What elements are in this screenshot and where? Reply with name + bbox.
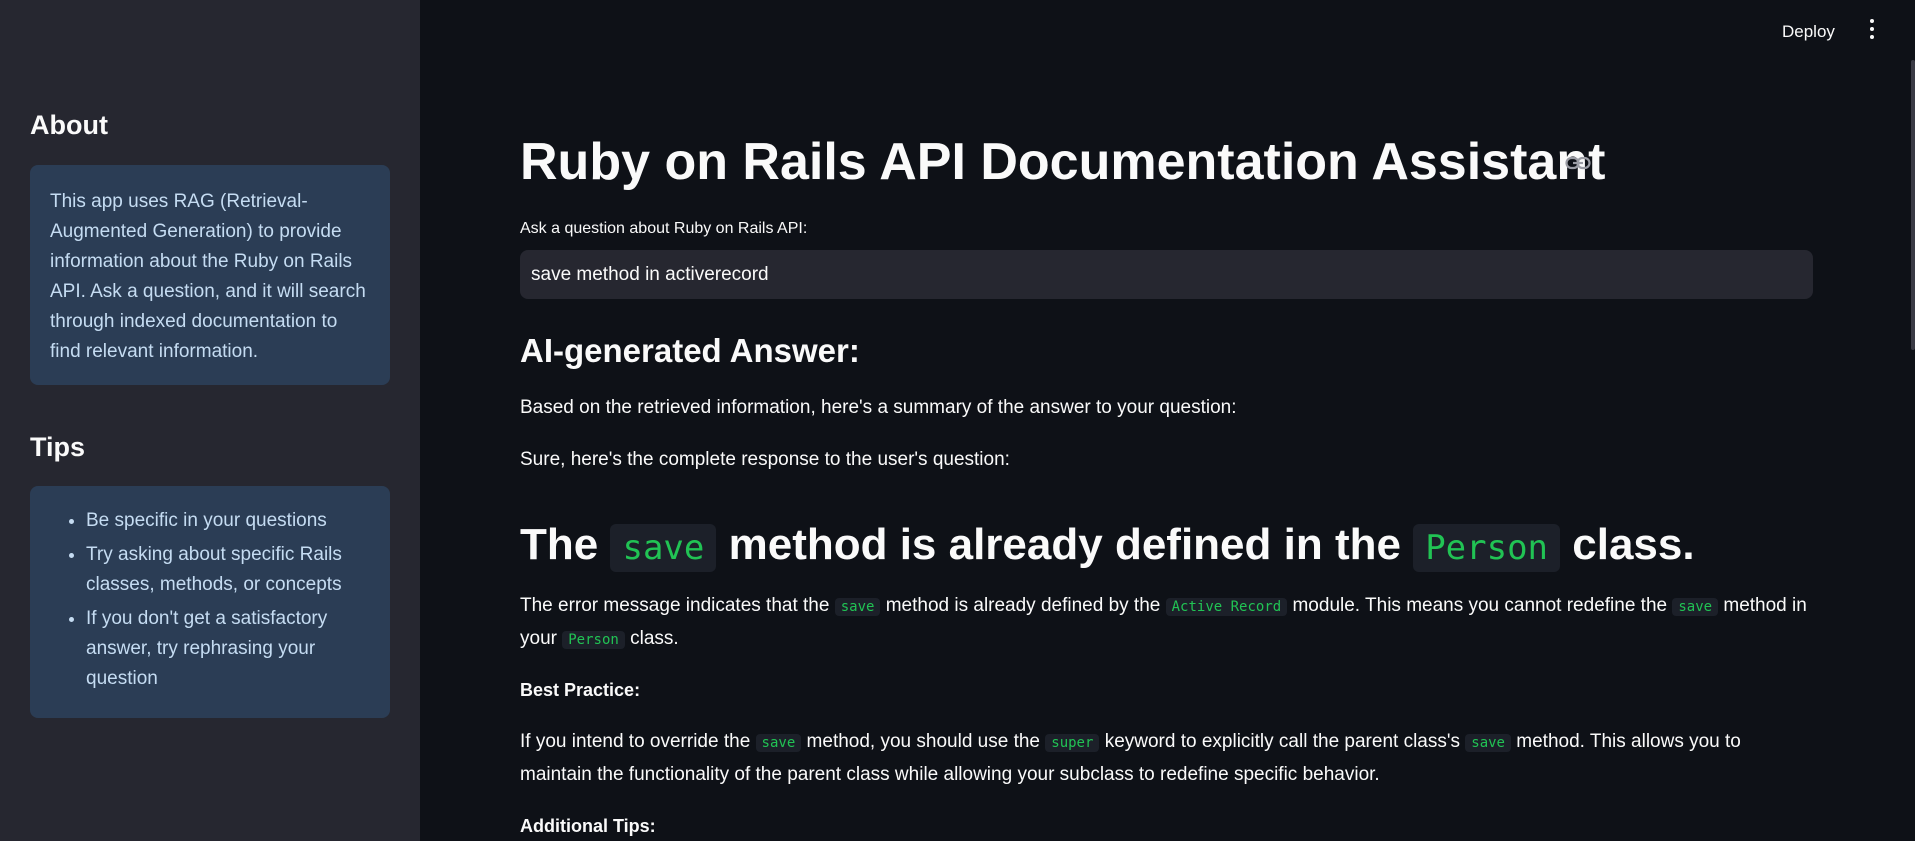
text: keyword to explicitly call the parent cl…: [1104, 731, 1460, 752]
summary-intro: Based on the retrieved information, here…: [520, 397, 1237, 418]
best-practice-label: Best Practice:: [520, 680, 641, 700]
best-practice-text: If you intend to override the save metho…: [520, 726, 1810, 791]
text: The error message indicates that the: [520, 595, 830, 616]
inline-code: save: [834, 598, 881, 616]
tip-item: If you don't get a satisfactory answer, …: [86, 604, 370, 694]
page-title: Ruby on Rails API Documentation Assistan…: [520, 133, 1606, 191]
tips-info-box: Be specific in your questions Try asking…: [30, 486, 390, 718]
inline-code: save: [610, 524, 717, 572]
question-input[interactable]: [520, 250, 1813, 299]
inline-code: save: [1465, 734, 1511, 752]
text: If you intend to override the: [520, 731, 751, 752]
sidebar: About This app uses RAG (Retrieval-Augme…: [0, 0, 420, 841]
text: module. This means you cannot redefine t…: [1292, 595, 1668, 616]
inline-code: super: [1045, 734, 1100, 752]
additional-tips-label: Additional Tips:: [520, 816, 656, 836]
inline-code: save: [755, 734, 802, 752]
answer-heading: AI-generated Answer:: [520, 332, 860, 369]
about-info-box: This app uses RAG (Retrieval-Augmented G…: [30, 165, 390, 385]
inline-code: save: [1672, 598, 1719, 616]
inline-code: Person: [562, 631, 625, 649]
link-icon[interactable]: [1565, 155, 1591, 171]
response-intro: Sure, here's the complete response to th…: [520, 449, 1010, 470]
text: method is already defined by the: [885, 595, 1161, 616]
text: class.: [630, 628, 679, 649]
tips-list: Be specific in your questions Try asking…: [50, 506, 370, 694]
question-input-label: Ask a question about Ruby on Rails API:: [520, 220, 808, 237]
app: About This app uses RAG (Retrieval-Augme…: [0, 0, 1915, 841]
heading-text: class.: [1572, 520, 1695, 569]
kebab-menu-icon[interactable]: [1862, 16, 1882, 42]
text: method, you should use the: [806, 731, 1040, 752]
tip-item: Try asking about specific Rails classes,…: [86, 540, 370, 600]
about-heading: About: [30, 110, 108, 140]
inline-code: Active Record: [1165, 598, 1288, 616]
deploy-button[interactable]: Deploy: [1776, 18, 1841, 46]
scrollbar[interactable]: [1911, 60, 1915, 350]
answer-main-heading: The save method is already defined in th…: [520, 515, 1695, 578]
heading-text: method is already defined in the: [728, 520, 1401, 569]
heading-text: The: [520, 520, 599, 569]
tip-item: Be specific in your questions: [86, 506, 370, 536]
tips-heading: Tips: [30, 432, 86, 462]
inline-code: Person: [1413, 524, 1561, 572]
about-text: This app uses RAG (Retrieval-Augmented G…: [50, 191, 366, 362]
error-explanation: The error message indicates that the sav…: [520, 590, 1810, 656]
